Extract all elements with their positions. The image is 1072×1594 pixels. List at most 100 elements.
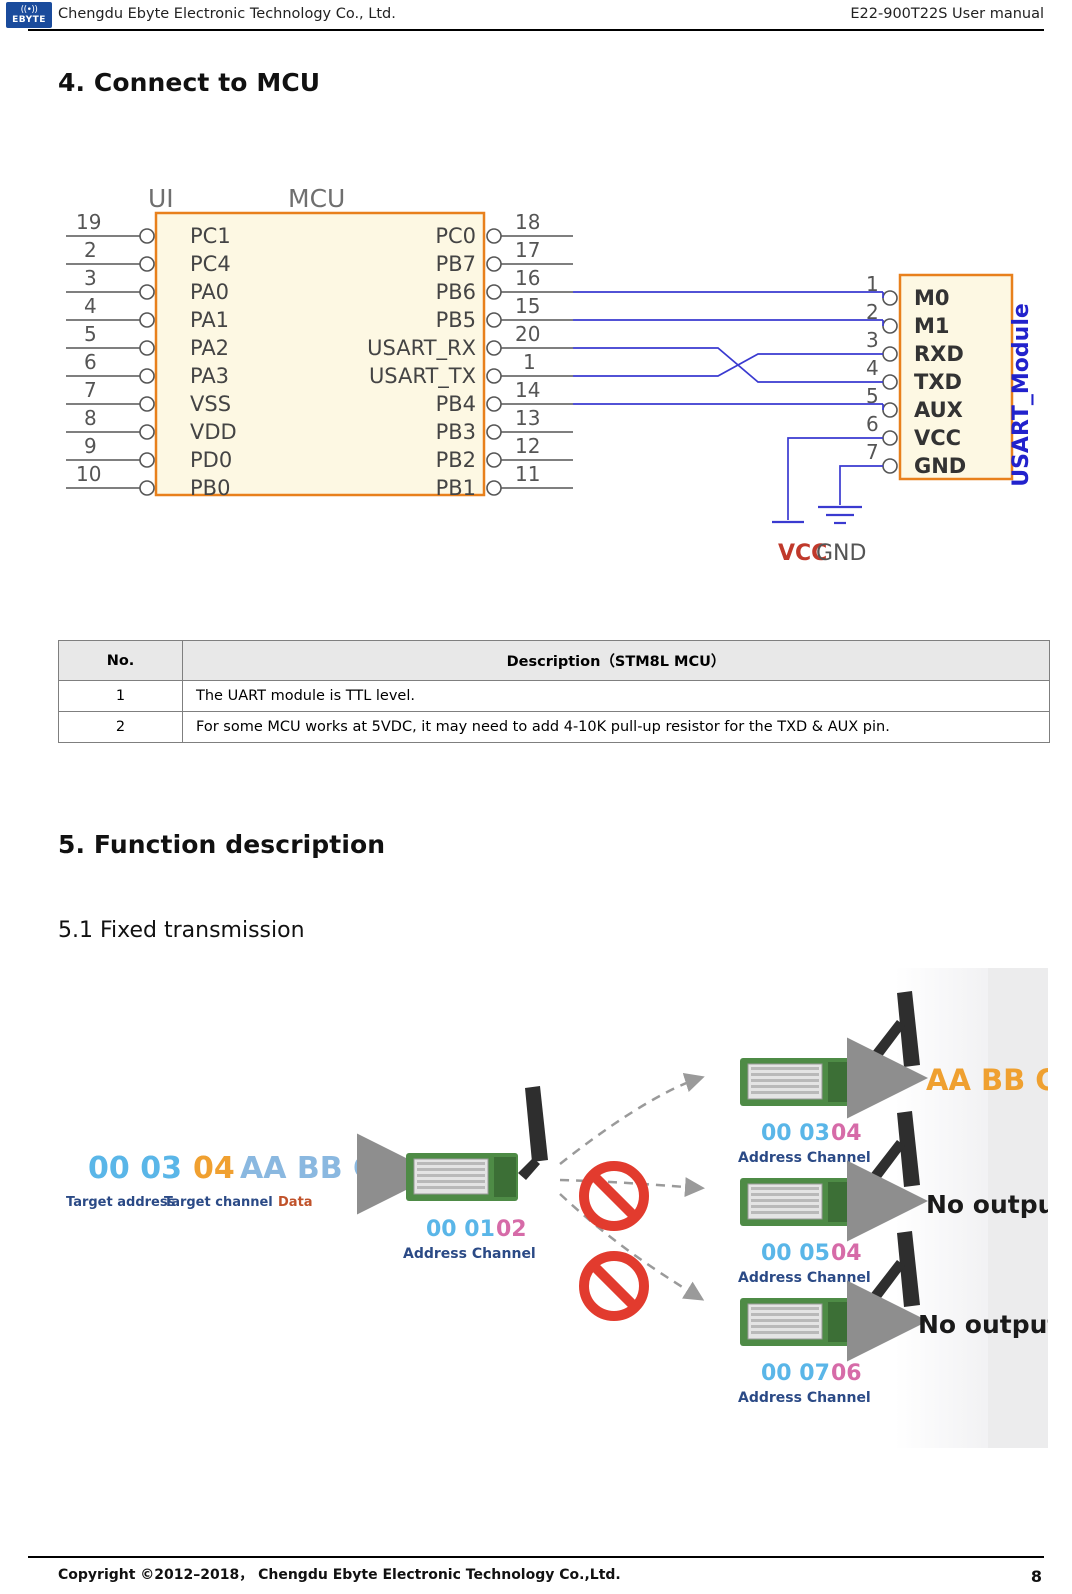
svg-text:Address Channel: Address Channel xyxy=(738,1150,871,1166)
svg-text:GND: GND xyxy=(816,541,866,566)
svg-text:2: 2 xyxy=(84,238,97,262)
svg-text:16: 16 xyxy=(515,266,540,290)
svg-text:No output: No output xyxy=(926,1190,1048,1219)
table-row: 2 For some MCU works at 5VDC, it may nee… xyxy=(58,711,1050,743)
svg-text:4: 4 xyxy=(866,356,879,380)
svg-text:PB6: PB6 xyxy=(436,280,476,304)
svg-text:Address Channel: Address Channel xyxy=(738,1270,871,1286)
svg-text:PA2: PA2 xyxy=(190,336,229,360)
svg-text:PD0: PD0 xyxy=(190,448,232,472)
mcu-notes-table: No. Description（STM8L MCU） 1 The UART mo… xyxy=(58,640,1050,743)
footer-copyright: Copyright ©2012–2018， Chengdu Ebyte Elec… xyxy=(58,1567,621,1583)
svg-text:AA BB CC: AA BB CC xyxy=(926,1063,1048,1097)
svg-text:06: 06 xyxy=(831,1361,862,1386)
svg-text:00 03: 00 03 xyxy=(88,1151,182,1186)
cell-description: For some MCU works at 5VDC, it may need … xyxy=(182,711,1050,743)
svg-text:11: 11 xyxy=(515,462,540,486)
svg-text:00 03: 00 03 xyxy=(761,1121,830,1146)
fixed-transmission-diagram: 00 03 04 AA BB CC Target address Target … xyxy=(28,968,1048,1448)
svg-text:12: 12 xyxy=(515,434,540,458)
svg-text:VSS: VSS xyxy=(190,392,231,416)
svg-text:04: 04 xyxy=(831,1121,862,1146)
svg-text:UI: UI xyxy=(148,184,174,213)
svg-text:Address Channel: Address Channel xyxy=(403,1246,536,1262)
svg-text:1: 1 xyxy=(523,350,536,374)
svg-text:PB7: PB7 xyxy=(436,252,476,276)
svg-text:PB5: PB5 xyxy=(436,308,476,332)
svg-text:USART_Module: USART_Module xyxy=(1009,303,1034,487)
svg-text:14: 14 xyxy=(515,378,540,402)
svg-text:18: 18 xyxy=(515,210,540,234)
svg-text:PB0: PB0 xyxy=(190,476,230,500)
svg-text:17: 17 xyxy=(515,238,540,262)
header-company-name: Chengdu Ebyte Electronic Technology Co.,… xyxy=(58,6,396,22)
section-title-connect-to-mcu: 4. Connect to MCU xyxy=(58,68,321,97)
logo-signal-icon: ((•)) xyxy=(20,4,38,15)
svg-text:M1: M1 xyxy=(914,314,950,338)
svg-text:USART_RX: USART_RX xyxy=(367,336,476,361)
subsection-title-fixed-transmission: 5.1 Fixed transmission xyxy=(58,918,305,943)
svg-text:PB2: PB2 xyxy=(436,448,476,472)
svg-text:M0: M0 xyxy=(914,286,950,310)
svg-text:19: 19 xyxy=(76,210,101,234)
svg-text:Target address: Target address xyxy=(66,1195,176,1210)
svg-text:PC1: PC1 xyxy=(190,224,231,248)
logo-wordmark: EBYTE xyxy=(12,14,46,25)
svg-text:3: 3 xyxy=(866,328,879,352)
svg-text:AA BB CC: AA BB CC xyxy=(240,1151,397,1186)
svg-text:PB4: PB4 xyxy=(436,392,476,416)
column-header-no: No. xyxy=(58,640,183,681)
header-document-title: E22-900T22S User manual xyxy=(850,6,1044,22)
header-divider xyxy=(28,29,1044,31)
svg-text:00 01: 00 01 xyxy=(426,1217,495,1242)
table-row: 1 The UART module is TTL level. xyxy=(58,680,1050,712)
svg-text:4: 4 xyxy=(84,294,97,318)
table-header-row: No. Description（STM8L MCU） xyxy=(58,640,1050,681)
svg-text:VCC: VCC xyxy=(914,426,961,450)
svg-text:AUX: AUX xyxy=(914,398,963,422)
svg-text:7: 7 xyxy=(84,378,97,402)
footer-page-number: 8 xyxy=(1030,1567,1042,1586)
svg-text:04: 04 xyxy=(831,1241,862,1266)
svg-text:Target channel: Target channel xyxy=(164,1195,273,1210)
cell-description: The UART module is TTL level. xyxy=(182,680,1050,712)
svg-text:Data: Data xyxy=(278,1195,313,1210)
svg-text:04: 04 xyxy=(193,1151,235,1186)
svg-text:PA0: PA0 xyxy=(190,280,229,304)
svg-text:MCU: MCU xyxy=(288,184,345,213)
mcu-connection-diagram: UI MCU PC1 PC4 PA0 PA1 PA2 PA3 VSS VDD P… xyxy=(28,165,1048,585)
svg-text:Address Channel: Address Channel xyxy=(738,1390,871,1406)
svg-text:13: 13 xyxy=(515,406,540,430)
svg-text:15: 15 xyxy=(515,294,540,318)
section-title-function-description: 5. Function description xyxy=(58,830,386,859)
svg-text:PC0: PC0 xyxy=(435,224,476,248)
svg-text:No output: No output xyxy=(918,1310,1048,1339)
page-footer: Copyright ©2012–2018， Chengdu Ebyte Elec… xyxy=(0,1550,1072,1594)
svg-text:PB3: PB3 xyxy=(436,420,476,444)
svg-text:02: 02 xyxy=(496,1217,527,1242)
svg-text:9: 9 xyxy=(84,434,97,458)
page-header: ((•)) EBYTE Chengdu Ebyte Electronic Tec… xyxy=(0,0,1072,31)
svg-text:10: 10 xyxy=(76,462,101,486)
svg-text:5: 5 xyxy=(84,322,97,346)
svg-text:USART_TX: USART_TX xyxy=(369,364,476,389)
svg-text:PB1: PB1 xyxy=(436,476,476,500)
svg-text:GND: GND xyxy=(914,454,966,478)
svg-text:VDD: VDD xyxy=(190,420,237,444)
svg-text:PA1: PA1 xyxy=(190,308,229,332)
svg-text:20: 20 xyxy=(515,322,540,346)
svg-text:00 07: 00 07 xyxy=(761,1361,830,1386)
svg-text:PC4: PC4 xyxy=(190,252,231,276)
svg-text:6: 6 xyxy=(84,350,97,374)
svg-text:RXD: RXD xyxy=(914,342,964,366)
svg-text:6: 6 xyxy=(866,412,879,436)
ebyte-logo: ((•)) EBYTE xyxy=(6,2,52,28)
svg-text:8: 8 xyxy=(84,406,97,430)
svg-text:00 05: 00 05 xyxy=(761,1241,830,1266)
cell-no: 2 xyxy=(58,711,183,743)
svg-text:3: 3 xyxy=(84,266,97,290)
svg-text:7: 7 xyxy=(866,440,879,464)
svg-text:TXD: TXD xyxy=(914,370,962,394)
column-header-description: Description（STM8L MCU） xyxy=(182,640,1050,681)
footer-divider xyxy=(28,1556,1044,1558)
